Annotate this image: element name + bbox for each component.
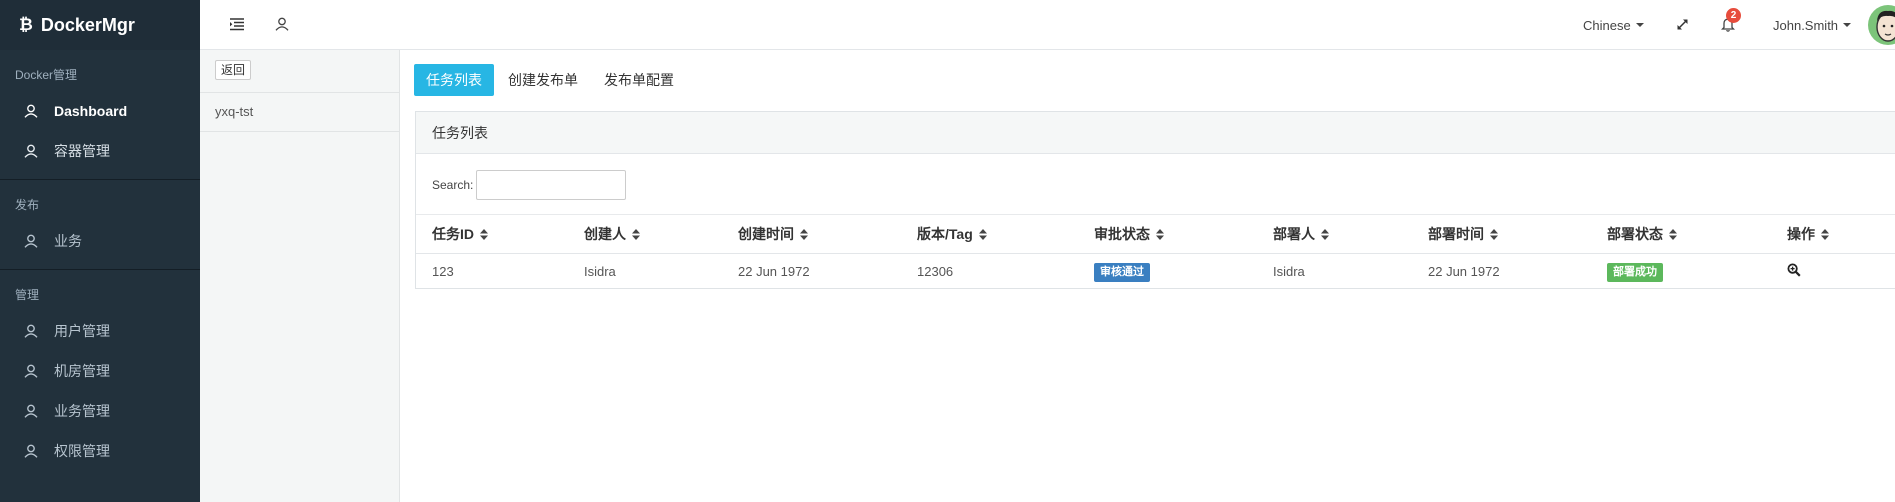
caret-down-icon [1843, 23, 1852, 27]
column-header-deployed-at[interactable]: 部署时间 [1428, 215, 1498, 253]
cell-version: 12306 [917, 264, 954, 279]
column-label: 审批状态 [1094, 226, 1150, 242]
user-icon [22, 102, 40, 120]
sort-icon [1156, 216, 1164, 254]
sort-icon [480, 216, 488, 254]
tab-release-config[interactable]: 发布单配置 [592, 64, 686, 96]
cell-deployed-at: 22 Jun 1972 [1428, 264, 1500, 279]
sidebar: ₿ DockerMgr Docker管理 Dashboard 容器管理 发布 业… [0, 0, 200, 502]
sidebar-item-datacenters[interactable]: 机房管理 [0, 351, 200, 391]
app: ₿ DockerMgr Docker管理 Dashboard 容器管理 发布 业… [0, 0, 1895, 502]
user-icon[interactable] [272, 14, 292, 34]
sidebar-item-label: 容器管理 [54, 143, 110, 159]
cell-actions [1787, 254, 1801, 290]
tab-create-release[interactable]: 创建发布单 [496, 64, 590, 96]
user-icon [22, 362, 40, 380]
sidebar-section-title: 发布 [15, 198, 40, 212]
tabs: 任务列表 创建发布单 发布单配置 [414, 64, 688, 96]
user-icon [22, 442, 40, 460]
project-item-yxq-tst[interactable]: yxq-tst [200, 92, 400, 132]
sidebar-item-dashboard[interactable]: Dashboard [0, 91, 200, 131]
zoom-in-icon[interactable] [1787, 255, 1801, 291]
sidebar-section-docker: Docker管理 Dashboard 容器管理 [0, 50, 200, 180]
deploy-status-badge: 部署成功 [1607, 263, 1663, 283]
column-header-created-at[interactable]: 创建时间 [738, 215, 808, 253]
task-list-card: 任务列表 Search: 任务ID 创建人 创建时间 版本/Tag 审批状态 部… [415, 111, 1895, 289]
sidebar-section-title: 管理 [15, 288, 40, 302]
column-header-deployer[interactable]: 部署人 [1273, 215, 1329, 253]
sidebar-item-permissions[interactable]: 权限管理 [0, 431, 200, 471]
sort-icon [1669, 216, 1677, 254]
search-row: Search: [432, 170, 627, 200]
sidebar-section-publish: 发布 业务 [0, 180, 200, 270]
column-label: 版本/Tag [917, 226, 973, 242]
column-header-actions[interactable]: 操作 [1787, 215, 1829, 253]
sort-icon [800, 216, 808, 254]
column-header-deploy-status[interactable]: 部署状态 [1607, 215, 1677, 253]
sidebar-item-label: 业务 [54, 233, 82, 249]
caret-down-icon [1635, 23, 1644, 27]
user-dropdown[interactable]: John.Smith [1773, 0, 1852, 50]
tab-task-list[interactable]: 任务列表 [414, 64, 494, 96]
cell-creator: Isidra [584, 264, 616, 279]
approval-status-badge: 审核通过 [1094, 263, 1150, 283]
username-label: John.Smith [1773, 17, 1839, 33]
column-label: 创建时间 [738, 226, 794, 242]
menu-toggle-icon[interactable] [227, 14, 247, 34]
user-icon [22, 232, 40, 250]
sidebar-section-title: Docker管理 [15, 68, 78, 82]
sidebar-item-label: 权限管理 [54, 443, 110, 459]
sort-icon [1321, 216, 1329, 254]
sidebar-item-users[interactable]: 用户管理 [0, 311, 200, 351]
column-label: 部署状态 [1607, 226, 1663, 242]
sort-icon [632, 216, 640, 254]
column-header-approval[interactable]: 审批状态 [1094, 215, 1164, 253]
column-header-version[interactable]: 版本/Tag [917, 215, 987, 253]
sort-icon [1821, 216, 1829, 254]
column-header-creator[interactable]: 创建人 [584, 215, 640, 253]
user-icon [22, 322, 40, 340]
table-header: 任务ID 创建人 创建时间 版本/Tag 审批状态 部署人 部署时间 部署状态 … [416, 214, 1895, 254]
sort-icon [978, 216, 987, 254]
back-button[interactable]: 返回 [215, 60, 252, 80]
column-header-task-id[interactable]: 任务ID [432, 215, 488, 253]
sidebar-item-business[interactable]: 业务 [0, 221, 200, 261]
sidebar-item-label: 业务管理 [54, 403, 110, 419]
notification-badge: 2 [1726, 8, 1741, 23]
sidebar-item-containers[interactable]: 容器管理 [0, 131, 200, 171]
column-label: 操作 [1787, 226, 1815, 242]
column-label: 任务ID [432, 226, 474, 242]
sidebar-section-admin: 管理 用户管理 机房管理 业务管理 权限管理 [0, 270, 200, 479]
brand[interactable]: ₿ DockerMgr [0, 0, 200, 50]
bitcoin-b-icon: ₿ [19, 15, 33, 34]
language-label: Chinese [1583, 17, 1631, 33]
column-label: 部署人 [1273, 226, 1315, 242]
card-title: 任务列表 [416, 112, 1895, 154]
language-dropdown[interactable]: Chinese [1583, 0, 1644, 50]
cell-created-at: 22 Jun 1972 [738, 264, 810, 279]
user-icon [22, 402, 40, 420]
cell-approval: 审核通过 [1094, 254, 1150, 290]
search-input[interactable] [476, 170, 627, 200]
column-label: 部署时间 [1428, 226, 1484, 242]
search-label: Search: [432, 178, 474, 192]
brand-name: DockerMgr [40, 14, 135, 35]
sidebar-item-label: 机房管理 [54, 363, 110, 379]
sidebar-item-business-admin[interactable]: 业务管理 [0, 391, 200, 431]
cell-task-id: 123 [432, 264, 454, 279]
table-row: 123 Isidra 22 Jun 1972 12306 审核通过 Isidra… [416, 254, 1895, 290]
fullscreen-icon[interactable] [1672, 14, 1692, 34]
cell-deploy-status: 部署成功 [1607, 254, 1663, 290]
user-icon [22, 142, 40, 160]
sort-icon [1490, 216, 1498, 254]
sidebar-item-label: 用户管理 [54, 323, 110, 339]
sidebar-item-label: Dashboard [54, 103, 128, 119]
cell-deployer: Isidra [1273, 264, 1305, 279]
column-label: 创建人 [584, 226, 626, 242]
